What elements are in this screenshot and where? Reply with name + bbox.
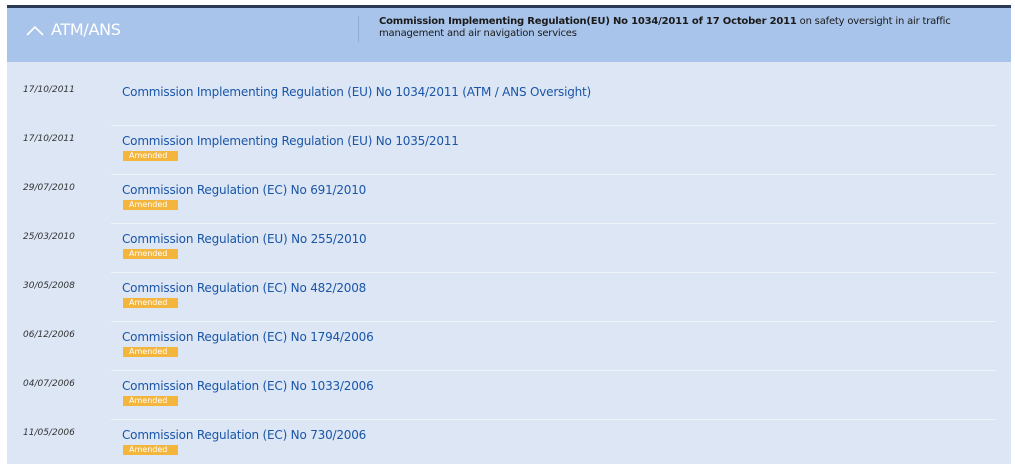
item-date: 06/12/2006	[23, 330, 75, 340]
amended-badge: Amended	[123, 445, 178, 455]
regulation-link[interactable]: Commission Regulation (EC) No 1033/2006	[122, 379, 374, 393]
amended-badge: Amended	[123, 151, 178, 161]
amended-badge: Amended	[123, 200, 178, 210]
amended-badge: Amended	[123, 396, 178, 406]
item-date: 04/07/2006	[23, 379, 75, 389]
item-date: 17/10/2011	[23, 85, 75, 95]
regulation-link[interactable]: Commission Regulation (EU) No 255/2010	[122, 232, 367, 246]
regulation-link[interactable]: Commission Regulation (EC) No 1794/2006	[122, 330, 374, 344]
regulation-link[interactable]: Commission Regulation (EC) No 730/2006	[122, 428, 366, 442]
item-date: 11/05/2006	[23, 428, 75, 438]
amended-badge: Amended	[123, 249, 178, 259]
item-date: 25/03/2010	[23, 232, 75, 242]
chevron-up-icon	[26, 25, 44, 36]
section-description: Commission Implementing Regulation(EU) N…	[379, 16, 989, 40]
accordion-header: ATM/ANS Commission Implementing Regulati…	[7, 5, 1011, 62]
item-date: 17/10/2011	[23, 134, 75, 144]
list-item: 06/12/2006 Commission Regulation (EC) No…	[7, 322, 1011, 371]
item-date: 30/05/2008	[23, 281, 75, 291]
regulation-link[interactable]: Commission Implementing Regulation (EU) …	[122, 134, 459, 148]
amended-badge: Amended	[123, 298, 178, 308]
collapse-toggle-button[interactable]: ATM/ANS	[25, 20, 121, 39]
regulation-list: 17/10/2011 Commission Implementing Regul…	[7, 77, 1011, 469]
accordion-panel: ATM/ANS Commission Implementing Regulati…	[7, 5, 1011, 464]
section-title: ATM/ANS	[51, 20, 121, 39]
list-item: 17/10/2011 Commission Implementing Regul…	[7, 77, 1011, 126]
list-item: 04/07/2006 Commission Regulation (EC) No…	[7, 371, 1011, 420]
list-item: 30/05/2008 Commission Regulation (EC) No…	[7, 273, 1011, 322]
description-regulation: Commission Implementing Regulation(EU) N…	[379, 16, 797, 27]
amended-badge: Amended	[123, 347, 178, 357]
list-item: 25/03/2010 Commission Regulation (EU) No…	[7, 224, 1011, 273]
regulation-link[interactable]: Commission Regulation (EC) No 691/2010	[122, 183, 366, 197]
list-item: 29/07/2010 Commission Regulation (EC) No…	[7, 175, 1011, 224]
regulation-link[interactable]: Commission Regulation (EC) No 482/2008	[122, 281, 366, 295]
item-date: 29/07/2010	[23, 183, 75, 193]
list-item: 11/05/2006 Commission Regulation (EC) No…	[7, 420, 1011, 469]
list-item: 17/10/2011 Commission Implementing Regul…	[7, 126, 1011, 175]
header-divider	[358, 16, 359, 42]
regulation-link[interactable]: Commission Implementing Regulation (EU) …	[122, 85, 591, 99]
